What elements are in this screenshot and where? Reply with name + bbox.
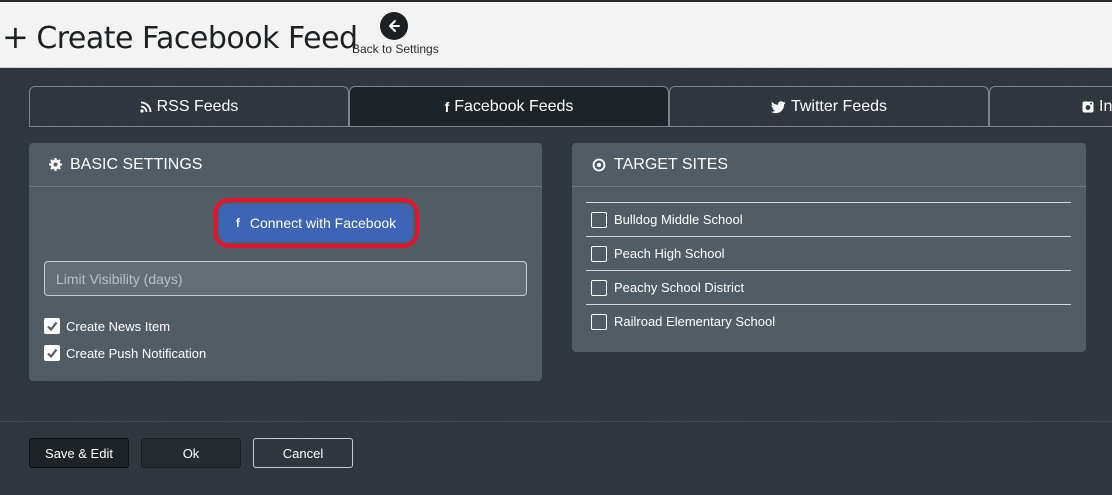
target-icon: [592, 158, 606, 172]
tab-label: Twitter Feeds: [790, 98, 888, 115]
limit-visibility-input[interactable]: [44, 261, 527, 296]
site-label: Peachy School District: [614, 280, 745, 295]
page-header: + Create Facebook Feed Back to Settings: [0, 0, 1112, 68]
save-edit-button[interactable]: Save & Edit: [29, 438, 129, 468]
basic-settings-title: BASIC SETTINGS: [70, 155, 203, 173]
site-item-bulldog-middle[interactable]: Bulldog Middle School: [586, 202, 1071, 236]
checkbox-label: Create News Item: [66, 318, 171, 334]
footer-divider: [0, 421, 1112, 422]
ok-button[interactable]: Ok: [141, 438, 241, 468]
target-sites-panel: TARGET SITES Bulldog Middle School Peach…: [572, 143, 1086, 352]
feed-tabs: RSS Feeds f Facebook Feeds Twitter Feeds…: [29, 86, 1112, 127]
checkbox[interactable]: [591, 245, 607, 262]
checkmark-icon[interactable]: [44, 345, 60, 361]
site-label: Peach High School: [614, 246, 725, 261]
create-push-notification-checkbox[interactable]: Create Push Notification: [44, 345, 206, 361]
tab-label: RSS Feeds: [156, 98, 239, 115]
checkbox[interactable]: [591, 211, 607, 228]
tab-instagram-feeds[interactable]: In: [989, 86, 1112, 127]
connect-facebook-label: Connect with Facebook: [249, 215, 397, 231]
page-title-text: Create Facebook Feed: [36, 21, 358, 56]
page-title: + Create Facebook Feed: [2, 18, 358, 56]
instagram-icon: [1082, 101, 1094, 113]
checkbox[interactable]: [591, 279, 607, 296]
connect-facebook-button[interactable]: f Connect with Facebook: [219, 204, 413, 242]
tab-rss-feeds[interactable]: RSS Feeds: [29, 86, 349, 127]
site-label: Railroad Elementary School: [614, 314, 776, 329]
site-item-peach-high[interactable]: Peach High School: [586, 236, 1071, 270]
facebook-icon: f: [444, 99, 450, 115]
tab-label: Facebook Feeds: [454, 98, 574, 115]
back-to-settings-button[interactable]: Back to Settings: [352, 12, 439, 56]
checkmark-icon[interactable]: [44, 318, 60, 334]
site-label: Bulldog Middle School: [614, 212, 743, 227]
tab-divider: [29, 126, 1112, 127]
arrow-left-icon[interactable]: [380, 12, 408, 40]
plus-icon: +: [2, 18, 29, 56]
site-list: Bulldog Middle School Peach High School …: [586, 202, 1071, 338]
basic-settings-header: BASIC SETTINGS: [29, 143, 542, 187]
facebook-icon: f: [235, 216, 240, 230]
twitter-icon: [770, 100, 786, 114]
target-sites-title: TARGET SITES: [614, 155, 729, 173]
tab-label: In: [1099, 98, 1112, 115]
basic-settings-panel: BASIC SETTINGS f Connect with Facebook C…: [29, 143, 542, 381]
tab-twitter-feeds[interactable]: Twitter Feeds: [669, 86, 989, 127]
site-item-railroad-elementary[interactable]: Railroad Elementary School: [586, 304, 1071, 338]
gear-icon: [49, 158, 62, 171]
tab-facebook-feeds[interactable]: f Facebook Feeds: [349, 86, 669, 127]
checkbox[interactable]: [591, 313, 607, 330]
back-to-settings-label[interactable]: Back to Settings: [352, 42, 439, 56]
target-sites-header: TARGET SITES: [572, 143, 1086, 187]
site-item-peachy-district[interactable]: Peachy School District: [586, 270, 1071, 304]
create-news-item-checkbox[interactable]: Create News Item: [44, 318, 170, 334]
cancel-button[interactable]: Cancel: [253, 438, 353, 468]
checkbox-label: Create Push Notification: [66, 345, 207, 361]
rss-icon: [139, 101, 152, 113]
